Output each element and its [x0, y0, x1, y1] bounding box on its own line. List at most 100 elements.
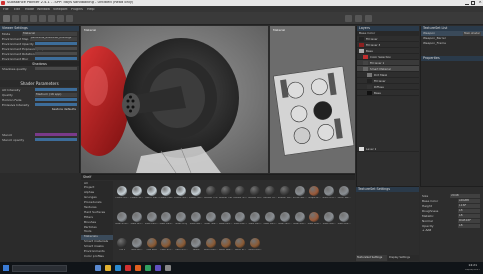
material-thumbnail[interactable]: Tire 1	[115, 234, 129, 259]
emissive-slider[interactable]	[35, 103, 77, 106]
material-thumbnail[interactable]: Steel Pain...	[248, 208, 262, 233]
layer-row[interactable]: Layer 1	[357, 146, 419, 152]
env-opacity-slider[interactable]	[35, 42, 77, 45]
material-thumbnail[interactable]: Wood Rou...	[248, 234, 262, 259]
material-thumbnail[interactable]: Wood Bl...	[233, 234, 247, 259]
menu-edit[interactable]: Edit	[14, 8, 20, 11]
env-blur-slider[interactable]	[35, 57, 77, 60]
material-thumbnail[interactable]: Steel Bru...	[130, 208, 144, 233]
material-thumbnail[interactable]: Plastic Glo...	[174, 182, 188, 207]
ao-slider[interactable]	[35, 88, 77, 91]
main-shader-button[interactable]: Main shader	[463, 32, 481, 36]
app-icon-4[interactable]	[155, 265, 161, 271]
material-thumbnail[interactable]: Steel Hea...	[204, 208, 218, 233]
material-thumbnail[interactable]: Plastic Gl...	[130, 182, 144, 207]
taskbar-search[interactable]	[12, 264, 67, 272]
horizon-slider[interactable]	[35, 98, 77, 101]
material-thumbnail[interactable]: Tree Fern...	[159, 234, 173, 259]
channel-format[interactable]: L8	[458, 213, 480, 218]
smudge-tool-icon[interactable]	[48, 15, 55, 22]
textureset-item[interactable]: Weapon_Frame	[421, 41, 483, 46]
material-thumbnail[interactable]: Rubber Bl...	[263, 182, 277, 207]
tab-textureset-settings[interactable]: TextureSet Settings	[356, 255, 387, 261]
camera-icon[interactable]	[345, 15, 352, 22]
quality-dropdown[interactable]: Medium (16 spp)	[35, 92, 77, 97]
material-thumbnail[interactable]: Steel Rou...	[293, 208, 307, 233]
stencil-color-slider[interactable]	[35, 133, 77, 136]
shadows-slider[interactable]	[35, 67, 77, 70]
menu-viewport[interactable]: Viewport	[53, 8, 68, 11]
close-icon[interactable]: ×	[478, 1, 482, 6]
layer-row[interactable]: Base	[357, 90, 419, 96]
material-thumbnail[interactable]: Velvet	[189, 234, 203, 259]
material-thumbnail[interactable]: Rubber Wo...	[278, 182, 292, 207]
channel-format[interactable]: L8	[458, 223, 480, 228]
env-exposure-slider[interactable]	[35, 47, 77, 50]
paint-tool-icon[interactable]	[3, 15, 10, 22]
projection-tool-icon[interactable]	[21, 15, 28, 22]
material-thumbnail[interactable]: Steel Rust...	[307, 208, 321, 233]
restore-defaults-button[interactable]: Restore defaults	[52, 108, 76, 111]
material-thumbnail[interactable]: Steel Dark...	[159, 208, 173, 233]
menu-window[interactable]: Window	[37, 8, 50, 11]
minimize-icon[interactable]	[465, 1, 469, 5]
category-item[interactable]: Color profiles	[81, 254, 113, 259]
store-icon[interactable]	[115, 265, 121, 271]
channel-format[interactable]: sRGB8	[458, 198, 480, 203]
material-thumbnail[interactable]: Silver Sat...	[337, 182, 351, 207]
material-thumbnail[interactable]: Scratched...	[293, 182, 307, 207]
tab-display-settings[interactable]: Display Settings	[388, 255, 419, 261]
material-thumbnail[interactable]: Rubber Tire	[204, 182, 218, 207]
channel-format[interactable]: RGB16F	[458, 218, 480, 223]
material-thumbnail[interactable]: Tree Bark	[145, 234, 159, 259]
substance-painter-taskbar-icon[interactable]	[125, 265, 131, 271]
material-thumbnail[interactable]: Steel Wal...	[337, 208, 351, 233]
add-channel-button[interactable]: + Add	[420, 228, 483, 233]
viewport-2d[interactable]: Material	[270, 26, 355, 173]
channel-format[interactable]: L8	[458, 208, 480, 213]
material-thumbnail[interactable]: Wood Bea...	[219, 234, 233, 259]
material-thumbnail[interactable]: Steel Pain...	[219, 208, 233, 233]
eraser-tool-icon[interactable]	[12, 15, 19, 22]
explorer-icon[interactable]	[105, 265, 111, 271]
clock-time[interactable]: 14:21	[468, 264, 477, 267]
app-icon-2[interactable]	[135, 265, 141, 271]
clone-tool-icon[interactable]	[57, 15, 64, 22]
material-thumbnail[interactable]: Steel Stai...	[322, 208, 336, 233]
env-map-dropdown[interactable]: panorama_advanced_buildings	[30, 36, 77, 41]
material-thumbnail[interactable]: Plastic Mat...	[159, 182, 173, 207]
material-thumbnail[interactable]: Plastic Ru...	[115, 182, 129, 207]
material-thumbnail[interactable]: Plastic Mat...	[145, 182, 159, 207]
color-picker-icon[interactable]	[66, 15, 73, 22]
start-button-icon[interactable]	[3, 265, 9, 271]
material-thumbnail[interactable]: Steel Dark...	[145, 208, 159, 233]
menu-plugins[interactable]: Plugins	[71, 8, 83, 11]
viewport-3d[interactable]: Material	[81, 26, 268, 173]
material-thumbnail[interactable]: Rubber Gri...	[233, 182, 247, 207]
material-thumbnail[interactable]: Tree Fern...	[174, 234, 188, 259]
stencil-opacity-slider[interactable]	[35, 138, 77, 141]
view-mode-icon[interactable]	[355, 15, 362, 22]
material-thumbnail[interactable]: Tiles Wor...	[130, 234, 144, 259]
edge-icon[interactable]	[95, 265, 101, 271]
maximize-icon[interactable]	[471, 1, 475, 5]
material-thumbnail[interactable]: Steel Pain...	[233, 208, 247, 233]
material-thumbnail[interactable]: Rubber Wo...	[248, 182, 262, 207]
menu-mode[interactable]: Mode	[25, 8, 34, 11]
polygon-fill-icon[interactable]	[39, 15, 46, 22]
env-rotation-slider[interactable]	[35, 52, 77, 55]
material-thumbnail[interactable]: Steel Pain...	[278, 208, 292, 233]
app-icon-3[interactable]	[145, 265, 151, 271]
menu-file[interactable]: File	[3, 8, 9, 11]
material-thumbnail[interactable]: Steel Dirty	[174, 208, 188, 233]
material-thumbnail[interactable]: Steel Brus...	[115, 208, 129, 233]
material-thumbnail[interactable]: Silver Arm...	[322, 182, 336, 207]
mode-dropdown[interactable]: Material	[22, 31, 77, 36]
material-thumbnail[interactable]: Wood Ash...	[204, 234, 218, 259]
size-dropdown[interactable]: 2048	[450, 193, 480, 198]
render-icon[interactable]	[365, 15, 372, 22]
channel-format[interactable]: L16F	[458, 203, 480, 208]
material-thumbnail[interactable]: Steel Pain...	[263, 208, 277, 233]
material-thumbnail[interactable]: Plastic Stic...	[189, 182, 203, 207]
material-thumbnail[interactable]: Steel Gal...	[189, 208, 203, 233]
